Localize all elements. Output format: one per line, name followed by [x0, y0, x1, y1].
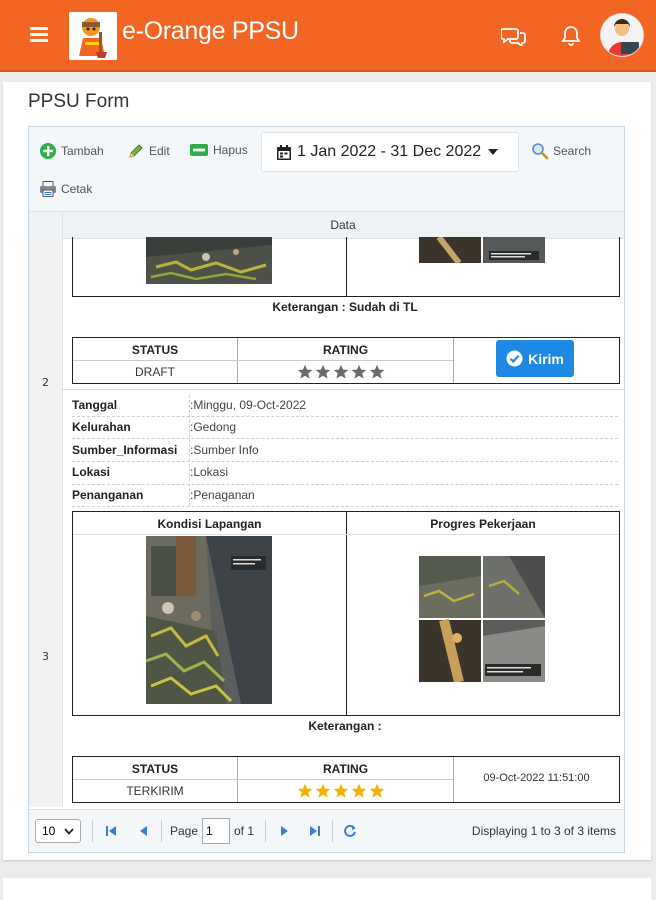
printer-icon — [40, 181, 56, 197]
app-header: e-Orange PPSU — [0, 0, 656, 72]
submit-label: Kirim — [528, 350, 564, 367]
add-label: Tambah — [61, 144, 104, 158]
site-photo — [146, 536, 272, 704]
pencil-icon — [129, 144, 143, 158]
record-note: Keterangan : Sudah di TL — [272, 300, 418, 314]
star-empty-icon — [369, 364, 385, 379]
form-panel: PPSU Form Tambah Edit Hapus 1 Jan 2022 -… — [3, 82, 651, 860]
grid-toolbar: Tambah Edit Hapus 1 Jan 2022 - 31 Dec 20… — [29, 127, 624, 211]
date-range-picker[interactable]: 1 Jan 2022 - 31 Dec 2022 — [261, 132, 519, 172]
row-number: 2 — [42, 376, 49, 389]
rating-header: RATING — [322, 762, 369, 776]
user-avatar[interactable] — [600, 13, 644, 57]
progress-photo — [419, 237, 545, 263]
star-filled-icon — [297, 783, 313, 798]
status-value: TERKIRIM — [126, 784, 184, 798]
first-page-icon[interactable] — [105, 825, 117, 837]
star-filled-icon — [351, 783, 367, 798]
page-number-input[interactable]: 1 — [202, 818, 230, 844]
record-status-table: STATUS RATING TERKIRIM 09-Oct-2022 11:51… — [72, 756, 620, 803]
record-photo-table: Kondisi Lapangan Progres Pekerjaan — [72, 511, 620, 716]
submit-button[interactable]: Kirim — [496, 340, 574, 377]
page-number-value: 1 — [206, 824, 213, 838]
chat-icon[interactable] — [500, 26, 527, 50]
print-label: Cetak — [61, 182, 93, 196]
search-button[interactable]: Search — [531, 142, 591, 160]
grid-header: Data — [29, 211, 624, 239]
data-grid: Tambah Edit Hapus 1 Jan 2022 - 31 Dec 20… — [28, 126, 625, 853]
record-photo-table — [72, 237, 620, 297]
delete-label: Hapus — [213, 143, 248, 157]
star-empty-icon — [333, 364, 349, 379]
star-empty-icon — [315, 364, 331, 379]
caret-down-icon — [488, 149, 499, 155]
next-panel-edge — [3, 878, 651, 900]
page-size-select[interactable]: 10 — [35, 819, 81, 843]
row-number-column — [29, 237, 63, 807]
star-filled-icon — [315, 783, 331, 798]
menu-icon[interactable] — [30, 27, 48, 42]
record-note: Keterangan : — [308, 719, 382, 733]
status-header: STATUS — [131, 343, 179, 357]
minus-icon — [190, 144, 208, 156]
field-label: Tanggal — [72, 398, 118, 412]
previous-page-icon[interactable] — [137, 825, 149, 837]
field-value: :Minggu, 09-Oct-2022 — [190, 398, 307, 412]
check-circle-icon — [506, 350, 523, 367]
print-button[interactable]: Cetak — [39, 180, 92, 198]
page-size-value: 10 — [42, 824, 56, 838]
page-label: Page — [170, 824, 199, 838]
chevron-down-icon — [64, 828, 74, 835]
pagination-bar: 10 Page 1 of 1 Displaying 1 to 3 of 3 it… — [29, 809, 624, 852]
field-label: Kelurahan — [72, 420, 131, 434]
display-info: Displaying 1 to 3 of 3 items — [471, 824, 616, 838]
field-value: :Penaganan — [190, 488, 255, 502]
progress-header: Progres Pekerjaan — [430, 517, 536, 531]
progress-photo — [419, 556, 545, 682]
edit-label: Edit — [149, 144, 170, 158]
rating-header: RATING — [322, 343, 369, 357]
search-label: Search — [553, 144, 592, 158]
star-empty-icon — [297, 364, 313, 379]
field-value: :Sumber Info — [190, 443, 259, 457]
record-details: Tanggal :Minggu, 09-Oct-2022 Kelurahan :… — [72, 395, 618, 511]
star-filled-icon — [369, 783, 385, 798]
refresh-icon[interactable] — [343, 824, 357, 838]
plus-icon — [40, 143, 56, 159]
field-value: :Lokasi — [190, 465, 229, 479]
field-value: :Gedong — [190, 420, 237, 434]
star-empty-icon — [351, 364, 367, 379]
add-button[interactable]: Tambah — [39, 142, 104, 160]
page-total-label: of 1 — [234, 824, 255, 838]
next-page-icon[interactable] — [279, 825, 291, 837]
star-filled-icon — [333, 783, 349, 798]
edit-button[interactable]: Edit — [127, 142, 170, 160]
submitted-timestamp: 09-Oct-2022 11:51:00 — [483, 772, 590, 784]
row-number: 3 — [42, 650, 49, 663]
date-range-value: 1 Jan 2022 - 31 Dec 2022 — [297, 143, 482, 160]
app-logo — [69, 12, 117, 60]
app-title: e-Orange PPSU — [122, 17, 299, 45]
last-page-icon[interactable] — [309, 825, 321, 837]
field-label: Sumber_Informasi — [72, 443, 178, 457]
status-header: STATUS — [131, 762, 179, 776]
column-header-data: Data — [330, 218, 356, 232]
field-label: Penanganan — [72, 488, 144, 502]
field-label: Lokasi — [72, 465, 111, 479]
site-photo — [146, 237, 272, 284]
bell-icon[interactable] — [561, 25, 581, 51]
page-title: PPSU Form — [28, 91, 130, 112]
rating-stars — [297, 783, 385, 799]
rating-stars — [297, 364, 385, 380]
site-condition-header: Kondisi Lapangan — [157, 517, 262, 531]
search-icon — [532, 143, 549, 160]
status-value: DRAFT — [135, 365, 175, 379]
delete-button[interactable]: Hapus — [189, 142, 248, 158]
calendar-icon — [277, 144, 291, 160]
